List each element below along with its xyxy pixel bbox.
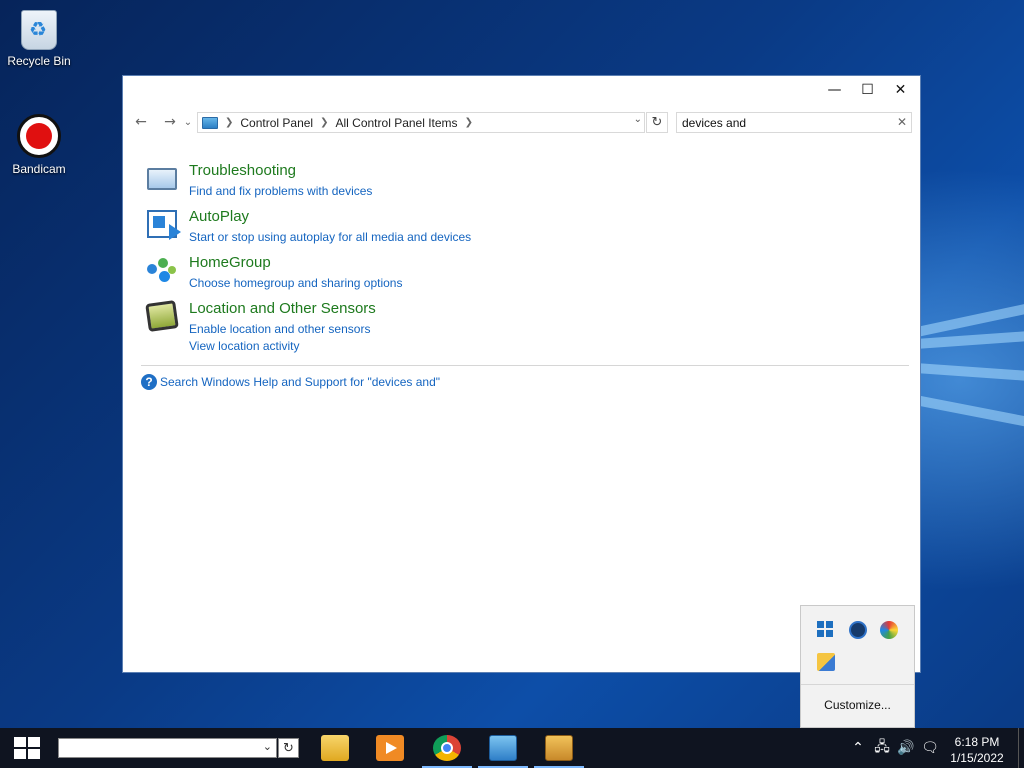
recent-locations-chevron-icon[interactable]: ⌄ — [181, 112, 195, 132]
control-panel-icon — [202, 116, 218, 129]
result-location-sensors: Location and Other Sensors Enable locati… — [143, 298, 843, 362]
result-autoplay: AutoPlay Start or stop using autoplay fo… — [143, 206, 843, 252]
colorful-wheel-icon[interactable] — [880, 621, 898, 639]
taskbar-chrome[interactable] — [420, 728, 474, 768]
result-title[interactable]: HomeGroup — [189, 254, 271, 271]
breadcrumb-all-items[interactable]: All Control Panel Items — [336, 116, 458, 130]
installer-icon — [545, 735, 573, 761]
clock-time: 6:18 PM — [954, 735, 1000, 749]
chevron-right-icon[interactable]: ❯ — [465, 117, 473, 128]
result-link[interactable]: Start or stop using autoplay for all med… — [189, 230, 471, 244]
taskbar: ⌄ ↻ ⌃ 🖧 🔊 🗨 6:18 PM 1/15/2022 — [0, 728, 1024, 768]
network-icon[interactable]: 🖧 — [870, 736, 894, 760]
taskbar-program-installer[interactable] — [532, 728, 586, 768]
result-title[interactable]: Troubleshooting — [189, 162, 296, 179]
taskbar-file-explorer[interactable] — [308, 728, 362, 768]
clock-date: 1/15/2022 — [950, 751, 1004, 765]
volume-icon[interactable]: 🔊 — [894, 740, 918, 756]
system-tray: ⌃ 🖧 🔊 🗨 — [846, 728, 942, 768]
start-button[interactable] — [0, 728, 54, 768]
taskbar-control-panel[interactable] — [476, 728, 530, 768]
chevron-up-icon[interactable]: ⌃ — [846, 740, 870, 756]
help-icon: ? — [141, 374, 157, 390]
control-panel-window: — ☐ ✕ ← → ⌄ ❯ Control Panel ❯ All Contro… — [122, 75, 921, 673]
control-panel-icon — [489, 735, 517, 761]
chrome-icon — [433, 735, 461, 761]
close-button[interactable]: ✕ — [884, 76, 917, 103]
breadcrumb-control-panel[interactable]: Control Panel — [240, 116, 313, 130]
chevron-down-icon[interactable]: ⌄ — [634, 114, 642, 125]
cleaner-icon[interactable] — [817, 653, 835, 671]
title-bar[interactable]: — ☐ ✕ — [123, 76, 920, 103]
troubleshooting-icon — [147, 168, 177, 190]
divider — [801, 684, 914, 685]
tray-overflow-popup: Customize... — [800, 605, 915, 728]
refresh-button[interactable]: ↻ — [646, 112, 668, 133]
result-link[interactable]: Enable location and other sensors — [189, 322, 370, 336]
notifications-icon[interactable]: 🗨 — [918, 740, 942, 756]
divider — [141, 365, 909, 366]
result-link[interactable]: Find and fix problems with devices — [189, 184, 372, 198]
taskbar-refresh-icon[interactable]: ↻ — [278, 738, 299, 758]
forward-arrow-icon[interactable]: → — [160, 112, 180, 132]
result-link[interactable]: Choose homegroup and sharing options — [189, 276, 402, 290]
result-title[interactable]: AutoPlay — [189, 208, 249, 225]
file-explorer-icon — [321, 735, 349, 761]
clear-search-icon[interactable]: ✕ — [897, 115, 907, 129]
tiles-icon[interactable] — [817, 621, 835, 639]
help-search-text[interactable]: Search Windows Help and Support for "dev… — [160, 375, 440, 389]
homegroup-icon — [147, 256, 177, 284]
result-title[interactable]: Location and Other Sensors — [189, 300, 376, 317]
bandicam-icon — [17, 114, 61, 158]
help-search-link[interactable]: ? Search Windows Help and Support for "d… — [141, 374, 440, 390]
maximize-button[interactable]: ☐ — [851, 76, 884, 103]
recycle-bin-icon — [21, 10, 57, 50]
taskbar-search-input[interactable]: ⌄ — [58, 738, 277, 758]
desktop-icon-label: Recycle Bin — [7, 54, 71, 68]
result-troubleshooting: Troubleshooting Find and fix problems wi… — [143, 160, 843, 206]
result-link[interactable]: View location activity — [189, 339, 300, 353]
media-player-icon — [376, 735, 404, 761]
show-desktop-button[interactable] — [1018, 728, 1024, 768]
result-homegroup: HomeGroup Choose homegroup and sharing o… — [143, 252, 843, 298]
location-sensors-icon — [145, 300, 179, 332]
windows-logo-icon — [14, 737, 40, 759]
shield-icon[interactable] — [849, 621, 867, 639]
chevron-down-icon[interactable]: ⌄ — [263, 740, 272, 753]
minimize-button[interactable]: — — [818, 76, 851, 103]
chevron-right-icon[interactable]: ❯ — [320, 117, 328, 128]
autoplay-icon — [147, 210, 181, 240]
chevron-right-icon[interactable]: ❯ — [225, 117, 233, 128]
back-arrow-icon[interactable]: ← — [131, 112, 151, 132]
address-row: ← → ⌄ ❯ Control Panel ❯ All Control Pane… — [123, 110, 920, 134]
desktop-icon-bandicam[interactable]: Bandicam — [0, 114, 78, 176]
address-bar[interactable]: ❯ Control Panel ❯ All Control Panel Item… — [197, 112, 645, 133]
taskbar-media-player[interactable] — [363, 728, 417, 768]
desktop-icon-recycle-bin[interactable]: Recycle Bin — [0, 10, 78, 68]
search-input-value: devices and — [682, 116, 747, 130]
search-input[interactable]: devices and ✕ — [676, 112, 912, 133]
customize-link[interactable]: Customize... — [801, 698, 914, 712]
desktop-icon-label: Bandicam — [12, 162, 66, 176]
taskbar-clock[interactable]: 6:18 PM 1/15/2022 — [944, 734, 1010, 766]
